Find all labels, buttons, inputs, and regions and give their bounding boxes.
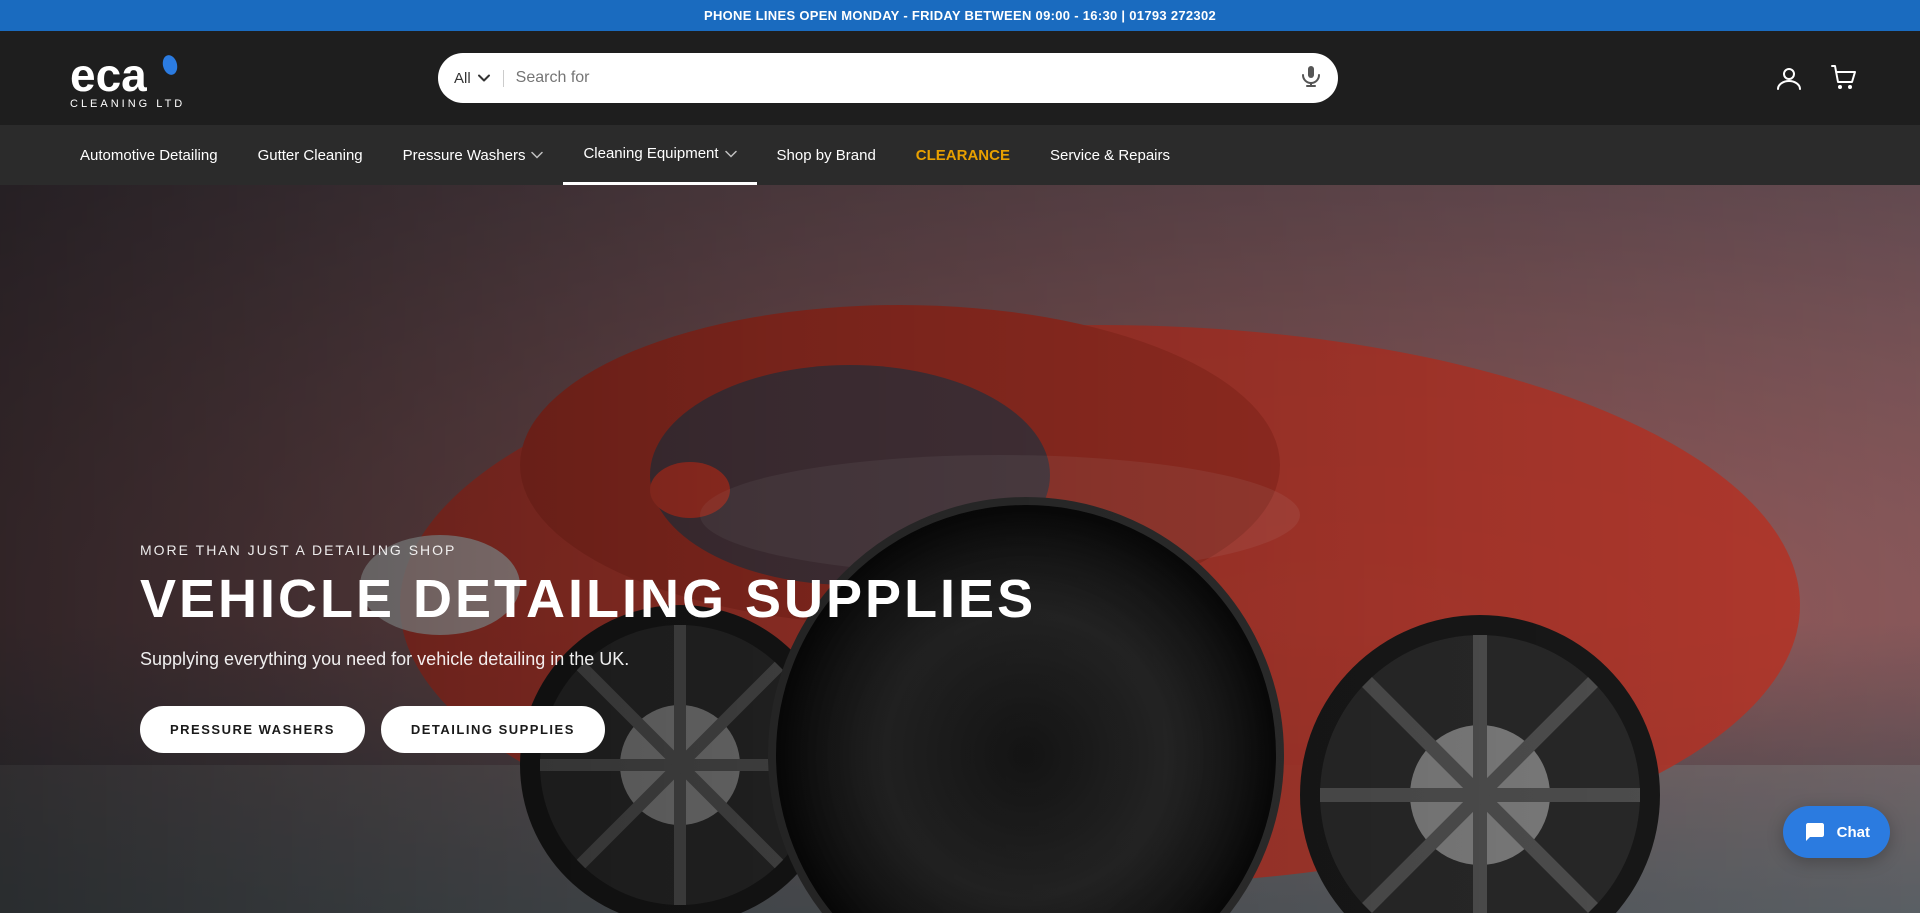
search-category-label: All bbox=[454, 70, 471, 87]
nav-item-gutter-cleaning[interactable]: Gutter Cleaning bbox=[238, 125, 383, 185]
hero-subtitle: MORE THAN JUST A DETAILING SHOP bbox=[140, 542, 1036, 558]
search-input[interactable] bbox=[504, 69, 1300, 87]
hero-description: Supplying everything you need for vehicl… bbox=[140, 649, 1036, 670]
announcement-bar: PHONE LINES OPEN MONDAY - FRIDAY BETWEEN… bbox=[0, 0, 1920, 31]
logo-svg: eca CLEANING LTD bbox=[60, 43, 200, 113]
search-bar[interactable]: All bbox=[438, 53, 1338, 103]
chat-bubble-icon bbox=[1803, 820, 1827, 844]
nav-item-pressure-washers[interactable]: Pressure Washers bbox=[383, 125, 564, 185]
cart-icon[interactable] bbox=[1828, 62, 1860, 94]
detailing-supplies-button[interactable]: DETAILING SUPPLIES bbox=[381, 706, 605, 753]
chevron-down-icon bbox=[477, 71, 491, 85]
nav-item-automotive-detailing[interactable]: Automotive Detailing bbox=[60, 125, 238, 185]
chevron-down-icon bbox=[531, 149, 543, 161]
account-icon[interactable] bbox=[1774, 63, 1804, 93]
microphone-icon[interactable] bbox=[1300, 65, 1322, 92]
chat-label: Chat bbox=[1837, 824, 1870, 841]
hero-section: MORE THAN JUST A DETAILING SHOP VEHICLE … bbox=[0, 185, 1920, 913]
announcement-text: PHONE LINES OPEN MONDAY - FRIDAY BETWEEN… bbox=[704, 8, 1216, 23]
nav-item-cleaning-equipment[interactable]: Cleaning Equipment bbox=[563, 125, 756, 185]
chat-button[interactable]: Chat bbox=[1783, 806, 1890, 858]
hero-buttons: PRESSURE WASHERS DETAILING SUPPLIES bbox=[140, 706, 1036, 753]
nav-item-clearance[interactable]: CLEARANCE bbox=[896, 125, 1030, 185]
nav-item-shop-by-brand[interactable]: Shop by Brand bbox=[757, 125, 896, 185]
logo[interactable]: eca CLEANING LTD bbox=[60, 43, 200, 113]
nav-item-service-repairs[interactable]: Service & Repairs bbox=[1030, 125, 1190, 185]
search-category-dropdown[interactable]: All bbox=[454, 70, 504, 87]
pressure-washers-button[interactable]: PRESSURE WASHERS bbox=[140, 706, 365, 753]
main-nav: Automotive Detailing Gutter Cleaning Pre… bbox=[0, 125, 1920, 185]
hero-title: VEHICLE DETAILING SUPPLIES bbox=[140, 570, 1036, 629]
svg-text:CLEANING LTD: CLEANING LTD bbox=[70, 98, 185, 110]
chevron-down-icon bbox=[725, 148, 737, 160]
hero-content: MORE THAN JUST A DETAILING SHOP VEHICLE … bbox=[140, 542, 1036, 753]
site-header: eca CLEANING LTD All bbox=[0, 31, 1920, 125]
header-icons bbox=[1774, 62, 1860, 94]
svg-text:eca: eca bbox=[70, 49, 147, 101]
